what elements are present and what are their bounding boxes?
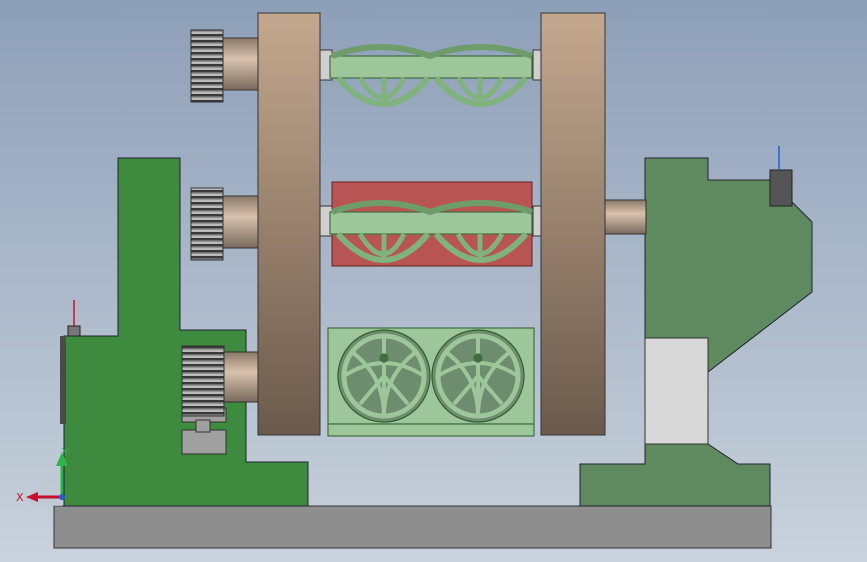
x-axis-label: X (16, 491, 24, 504)
y-axis-label: Y (61, 446, 69, 459)
roller-frame-left[interactable] (257, 12, 321, 436)
roller-frame-right[interactable] (540, 12, 606, 436)
assembly-model-view[interactable]: X Y (0, 0, 867, 562)
z-axis-dot (59, 494, 65, 500)
cad-viewport[interactable]: X Y (0, 0, 867, 562)
white-block (644, 337, 709, 445)
bottom-mold[interactable] (327, 327, 535, 437)
base-plate[interactable] (53, 505, 772, 549)
